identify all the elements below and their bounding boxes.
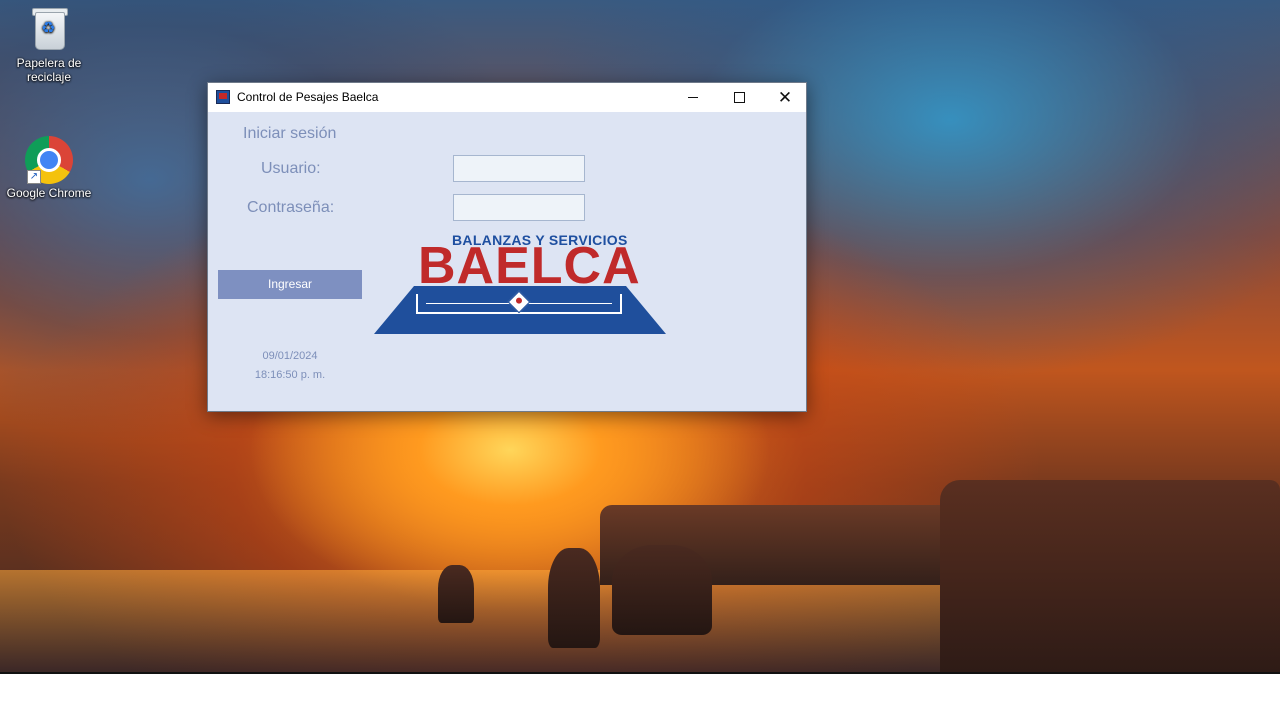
baelca-logo: BAELCA BALANZAS Y SERVICIOS [374, 232, 666, 336]
wallpaper-cliff [940, 480, 1280, 672]
taskbar-area [0, 672, 1280, 722]
shortcut-arrow-icon: ↗ [27, 170, 41, 184]
minimize-icon [688, 97, 698, 98]
recycle-bin-icon: ♻ [25, 6, 73, 54]
window-titlebar[interactable]: Control de Pesajes Baelca ✕ [208, 83, 806, 112]
desktop-icon-recycle-bin[interactable]: ♻ Papelera de reciclaje [4, 6, 94, 84]
window-title: Control de Pesajes Baelca [237, 90, 379, 104]
wallpaper-rock [612, 545, 712, 635]
minimize-button[interactable] [670, 83, 716, 112]
chrome-icon: ↗ [25, 136, 73, 184]
maximize-icon [734, 92, 745, 103]
username-field[interactable] [453, 155, 585, 182]
close-icon: ✕ [777, 88, 793, 107]
logo-tagline: BALANZAS Y SERVICIOS [452, 232, 628, 248]
wallpaper-rock [438, 565, 474, 623]
username-label: Usuario: [261, 160, 321, 177]
login-button[interactable]: Ingresar [218, 270, 362, 299]
close-button[interactable]: ✕ [762, 83, 808, 112]
maximize-button[interactable] [716, 83, 762, 112]
login-window: Control de Pesajes Baelca ✕ Iniciar sesi… [207, 82, 807, 412]
wallpaper-rock [548, 548, 600, 648]
password-label: Contraseña: [247, 199, 335, 216]
current-date: 09/01/2024 [262, 350, 318, 362]
password-field[interactable] [453, 194, 585, 221]
current-time: 18:16:50 p. m. [254, 369, 326, 381]
desktop-icon-label: Papelera de reciclaje [16, 56, 82, 84]
baelca-app-icon [216, 90, 230, 104]
login-heading: Iniciar sesión [243, 125, 337, 142]
desktop-icon-chrome[interactable]: ↗ Google Chrome [4, 136, 94, 200]
login-form: Iniciar sesión Usuario: Contraseña: Ingr… [208, 112, 806, 411]
desktop-icon-label: Google Chrome [6, 186, 92, 200]
